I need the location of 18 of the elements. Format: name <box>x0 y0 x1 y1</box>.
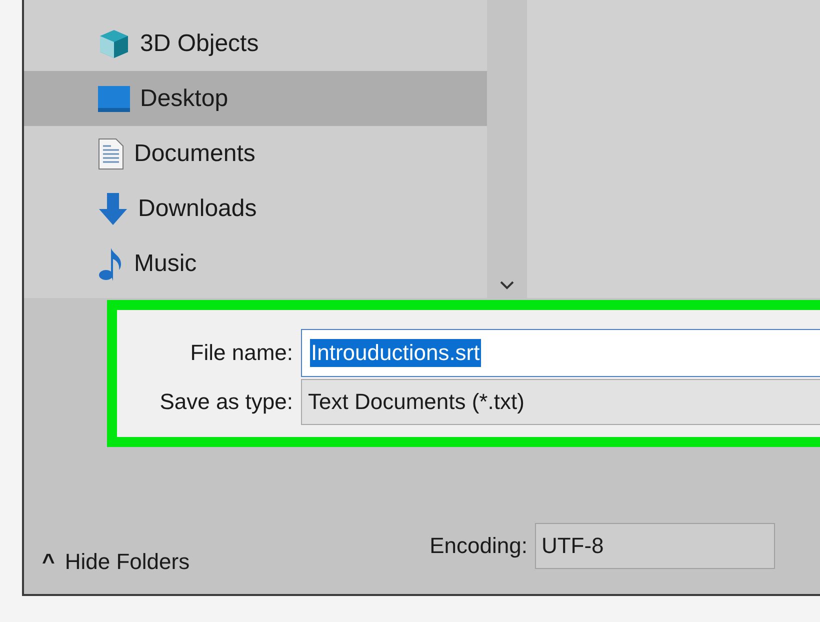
file-type-dropdown[interactable]: Text Documents (*.txt) <box>301 378 820 424</box>
sidebar-item[interactable]: Documents <box>24 126 487 181</box>
monitor-icon <box>98 86 130 112</box>
sidebar-item[interactable]: Desktop <box>24 71 487 126</box>
cube-icon <box>98 28 130 60</box>
chevron-down-icon[interactable] <box>500 281 514 290</box>
music-note-icon <box>98 246 124 280</box>
document-icon <box>98 138 124 170</box>
file-name-field[interactable]: Introuductions.srt <box>301 328 820 376</box>
field-label: Save as type: <box>158 388 293 414</box>
field-label: File name: <box>189 340 293 366</box>
sidebar-item[interactable]: Music <box>24 236 487 291</box>
encoding-label: Encoding: <box>430 533 528 559</box>
encoding-dropdown[interactable]: UTF-8 <box>535 523 776 569</box>
sidebar-item[interactable]: Downloads <box>24 181 487 236</box>
hide-folders-button[interactable]: ^ Hide Folders <box>42 549 190 575</box>
sidebar-item[interactable]: 3D Objects <box>24 16 487 71</box>
down-arrow-icon <box>98 192 128 224</box>
